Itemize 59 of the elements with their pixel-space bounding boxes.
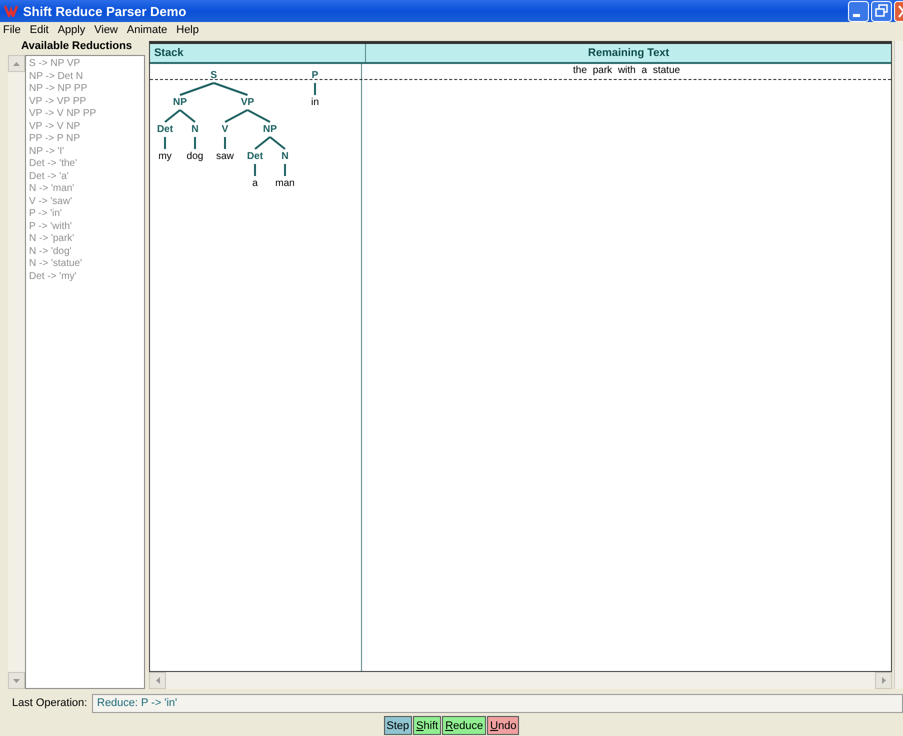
tree-edge bbox=[254, 164, 256, 176]
panel-heading: Available Reductions bbox=[20, 39, 133, 54]
tree-edge bbox=[284, 164, 286, 176]
right-arrow-icon bbox=[882, 677, 886, 684]
menu-item[interactable]: Edit bbox=[30, 24, 49, 36]
scroll-right-button[interactable] bbox=[875, 672, 892, 689]
restore-button[interactable] bbox=[871, 0, 892, 22]
app-icon bbox=[4, 5, 18, 17]
window-title: Shift Reduce Parser Demo bbox=[23, 4, 188, 18]
last-operation-field: Reduce: P -> 'in' bbox=[92, 694, 903, 712]
word-label: man bbox=[275, 178, 295, 189]
tree-node-label: VP bbox=[240, 97, 254, 108]
column-header: Stack bbox=[150, 44, 366, 62]
scroll-up-button[interactable] bbox=[8, 55, 25, 72]
menu-item[interactable]: View bbox=[94, 24, 118, 36]
up-arrow-icon bbox=[13, 62, 20, 66]
remaining-text: the park with a statue bbox=[572, 64, 682, 77]
menu-item[interactable]: Help bbox=[176, 24, 199, 36]
tree-edge bbox=[314, 83, 316, 95]
tree-edge bbox=[224, 109, 248, 123]
action-button[interactable]: Shift bbox=[413, 716, 442, 735]
scroll-left-button[interactable] bbox=[149, 672, 166, 689]
tree-edge bbox=[164, 109, 181, 123]
tree-edge bbox=[194, 137, 196, 149]
close-button[interactable] bbox=[894, 0, 903, 22]
word-label: dog bbox=[186, 151, 204, 162]
word-label: in bbox=[311, 97, 319, 108]
tree-edge bbox=[269, 136, 286, 150]
tree-edge bbox=[254, 136, 271, 150]
tree-edge bbox=[224, 137, 226, 149]
word-label: a bbox=[252, 178, 258, 189]
column-header: Remaining Text bbox=[587, 46, 670, 61]
minimize-button[interactable] bbox=[848, 0, 869, 22]
action-button[interactable]: Undo bbox=[487, 716, 520, 735]
tree-node-label: P bbox=[312, 70, 318, 81]
tree-edge bbox=[247, 109, 271, 123]
tree-edge bbox=[179, 109, 196, 123]
field-label: Last Operation: bbox=[12, 697, 88, 709]
tree-node-label: NP bbox=[173, 97, 188, 108]
left-arrow-icon bbox=[156, 677, 160, 684]
menu-item[interactable]: Animate bbox=[126, 24, 168, 36]
tree-edge bbox=[214, 82, 248, 96]
tree-edge bbox=[164, 137, 166, 149]
tree-edge bbox=[180, 82, 214, 96]
tree-node-label: N bbox=[191, 124, 199, 135]
tree-node-label: V bbox=[222, 124, 228, 135]
word-label: my bbox=[158, 151, 172, 162]
tree-node-label: S bbox=[210, 70, 218, 81]
menu-item[interactable]: File bbox=[3, 24, 21, 36]
action-button[interactable]: Step bbox=[384, 716, 412, 735]
word-label: saw bbox=[216, 151, 234, 162]
tree-node-label: NP bbox=[263, 124, 278, 135]
scroll-down-button[interactable] bbox=[8, 672, 25, 689]
menu-item[interactable]: Apply bbox=[58, 24, 86, 36]
action-button[interactable]: Reduce bbox=[442, 716, 486, 735]
tree-node-label: Det bbox=[247, 151, 264, 162]
tree-node-label: Det bbox=[157, 124, 174, 135]
tree-node-label: N bbox=[281, 151, 289, 162]
down-arrow-icon bbox=[13, 678, 20, 682]
